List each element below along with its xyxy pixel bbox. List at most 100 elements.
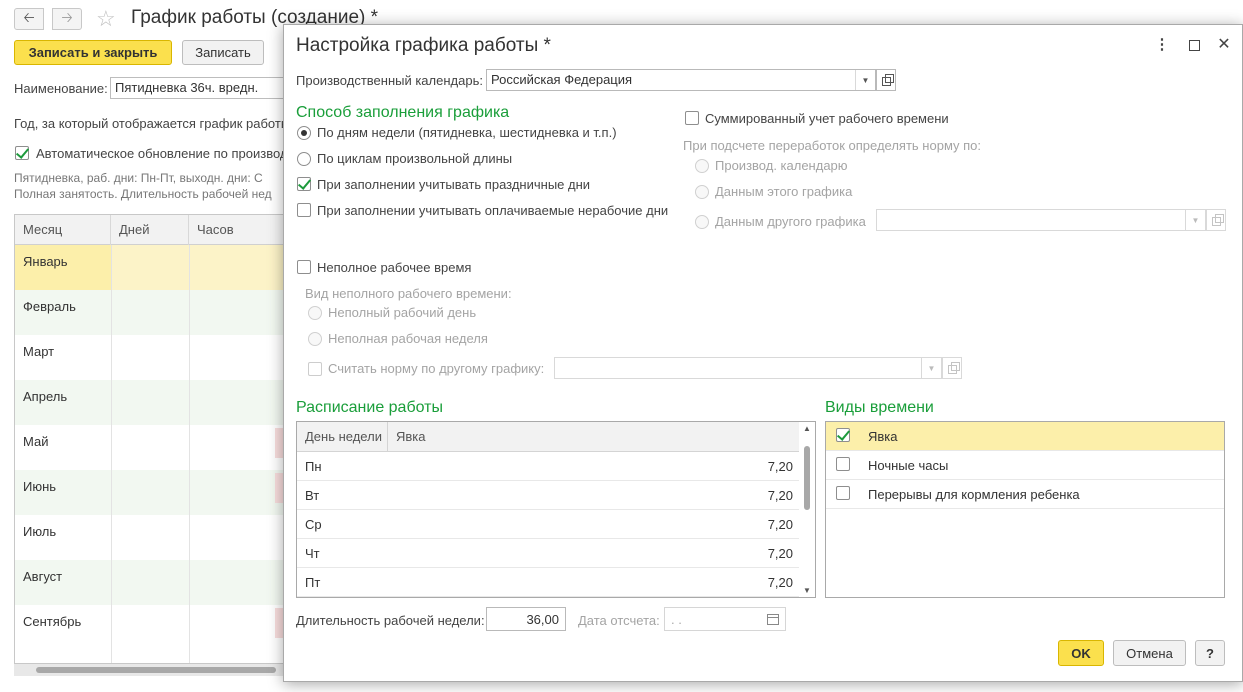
table-row[interactable]: Июнь	[15, 470, 283, 515]
fill-by-weekdays-radio[interactable]	[297, 126, 311, 140]
holidays-label: При заполнении учитывать праздничные дни	[317, 177, 591, 192]
overtime-label: При подсчете переработок определять норм…	[683, 138, 982, 153]
ok-button[interactable]: OK	[1058, 640, 1104, 666]
column-days[interactable]: Дней	[111, 215, 189, 245]
column-weekday[interactable]: День недели	[297, 422, 388, 452]
scroll-up-icon[interactable]: ▲	[803, 424, 811, 433]
table-row[interactable]: Февраль	[15, 290, 283, 335]
open-calendar-icon[interactable]	[876, 69, 896, 91]
schedule-table: День недели Явка Пн 7,20 Вт 7,20 Ср 7,20 Чт…	[296, 421, 816, 598]
scroll-down-icon[interactable]: ▼	[803, 586, 811, 595]
schedule-settings-dialog: Настройка графика работы * ⋮ ✕ Производс…	[283, 24, 1243, 682]
name-label: Наименование:	[14, 81, 108, 96]
table-row[interactable]: Пт 7,20	[297, 568, 801, 597]
calendar-icon[interactable]	[767, 614, 779, 625]
fill-by-cycles-radio[interactable]	[297, 152, 311, 166]
time-type-checkbox[interactable]	[836, 486, 850, 500]
time-types-title: Виды времени	[825, 399, 934, 416]
month-cell: Январь	[23, 254, 68, 269]
parttime-checkbox[interactable]	[297, 260, 311, 274]
save-and-close-button[interactable]: Записать и закрыть	[14, 40, 172, 65]
parttime-label: Неполное рабочее время	[317, 260, 472, 275]
column-hours[interactable]: Часов	[189, 215, 283, 245]
help-button[interactable]: ?	[1195, 640, 1225, 666]
cancel-button[interactable]: Отмена	[1113, 640, 1186, 666]
holidays-checkbox[interactable]	[297, 177, 311, 191]
calendar-select[interactable]: Российская Федерация ▼	[486, 69, 876, 91]
calendar-value: Российская Федерация	[491, 72, 633, 87]
time-type-checkbox[interactable]	[836, 457, 850, 471]
overtime-this-schedule-radio[interactable]	[695, 185, 709, 199]
summarized-label: Суммированный учет рабочего времени	[705, 111, 949, 126]
description-line-1: Пятидневка, раб. дни: Пн-Пт, выходн. дни…	[14, 171, 263, 185]
scroll-thumb[interactable]	[804, 446, 810, 510]
month-cell: Сентябрь	[23, 614, 82, 629]
list-item[interactable]: Явка	[826, 422, 1224, 451]
list-item[interactable]: Перерывы для кормления ребенка	[826, 480, 1224, 509]
back-arrow-icon[interactable]: 🡠	[14, 8, 44, 30]
schedule-scrollbar[interactable]: ▲ ▼	[799, 422, 815, 597]
chevron-down-icon[interactable]: ▼	[1185, 210, 1205, 230]
table-row[interactable]: Ср 7,20	[297, 510, 801, 539]
week-length-input[interactable]: 36,00	[486, 607, 566, 631]
overtime-other-schedule-label: Данным другого графика	[715, 214, 866, 229]
summarized-checkbox[interactable]	[685, 111, 699, 125]
column-month[interactable]: Месяц	[15, 215, 111, 245]
norm-other-select[interactable]: ▼	[554, 357, 942, 379]
table-row[interactable]: Апрель	[15, 380, 283, 425]
column-attendance[interactable]: Явка	[388, 422, 801, 452]
parttime-kind-label: Вид неполного рабочего времени:	[305, 286, 512, 301]
chevron-down-icon[interactable]: ▼	[921, 358, 941, 378]
table-row[interactable]: Чт 7,20	[297, 539, 801, 568]
table-row[interactable]: Июль	[15, 515, 283, 560]
overtime-other-schedule-radio[interactable]	[695, 215, 709, 229]
table-row[interactable]: Май	[15, 425, 283, 470]
table-row[interactable]: Январь	[15, 245, 283, 290]
open-norm-schedule-icon[interactable]	[942, 357, 962, 379]
paid-nonwork-checkbox[interactable]	[297, 203, 311, 217]
table-row[interactable]: Сентябрь	[15, 605, 283, 650]
table-row[interactable]: Пн 7,20	[297, 452, 801, 481]
name-input[interactable]: Пятидневка 36ч. вредн.	[110, 77, 290, 99]
more-actions-icon[interactable]: ⋮	[1152, 35, 1172, 55]
month-cell: Май	[23, 434, 49, 449]
norm-other-checkbox[interactable]	[308, 362, 322, 376]
schedule-title: Расписание работы	[296, 399, 443, 416]
auto-update-checkbox[interactable]	[15, 146, 29, 160]
month-cell: Июль	[23, 524, 57, 539]
table-row[interactable]: Вт 7,20	[297, 481, 801, 510]
parttime-week-radio[interactable]	[308, 332, 322, 346]
month-cell: Июнь	[23, 479, 57, 494]
description-line-2: Полная занятость. Длительность рабочей н…	[14, 187, 272, 201]
month-cell: Август	[23, 569, 63, 584]
close-icon[interactable]: ✕	[1214, 35, 1234, 55]
overtime-this-schedule-label: Данным этого графика	[715, 184, 853, 199]
table-row[interactable]: Август	[15, 560, 283, 605]
month-cell: Март	[23, 344, 55, 359]
ref-date-input[interactable]: . .	[664, 607, 786, 631]
overtime-calendar-radio[interactable]	[695, 159, 709, 173]
parttime-day-radio[interactable]	[308, 306, 322, 320]
overtime-calendar-label: Производ. календарю	[715, 158, 848, 173]
maximize-icon[interactable]	[1184, 35, 1204, 55]
months-table-scrollbar[interactable]	[14, 664, 284, 676]
save-button[interactable]: Записать	[182, 40, 264, 65]
month-cell: Февраль	[23, 299, 76, 314]
other-schedule-select[interactable]: ▼	[876, 209, 1206, 231]
list-item[interactable]: Ночные часы	[826, 451, 1224, 480]
open-other-schedule-icon[interactable]	[1206, 209, 1226, 231]
chevron-down-icon[interactable]: ▼	[855, 70, 875, 90]
favorite-star-icon[interactable]: ☆	[96, 6, 116, 32]
table-row[interactable]: Март	[15, 335, 283, 380]
time-type-checkbox[interactable]	[836, 428, 850, 442]
schedule-table-header: День недели Явка	[297, 422, 801, 452]
norm-other-label: Считать норму по другому графику:	[328, 361, 545, 376]
months-table-header: Месяц Дней Часов	[15, 215, 283, 245]
months-table: Месяц Дней Часов Январь Февраль Март Апр…	[14, 214, 284, 664]
fill-by-weekdays-label: По дням недели (пятидневка, шестидневка …	[317, 125, 617, 140]
parttime-day-label: Неполный рабочий день	[328, 305, 477, 320]
fill-by-cycles-label: По циклам произвольной длины	[317, 151, 513, 166]
fill-method-title: Способ заполнения графика	[296, 104, 510, 121]
forward-arrow-icon[interactable]: 🡢	[52, 8, 82, 30]
paid-nonwork-label: При заполнении учитывать оплачиваемые не…	[317, 203, 669, 218]
